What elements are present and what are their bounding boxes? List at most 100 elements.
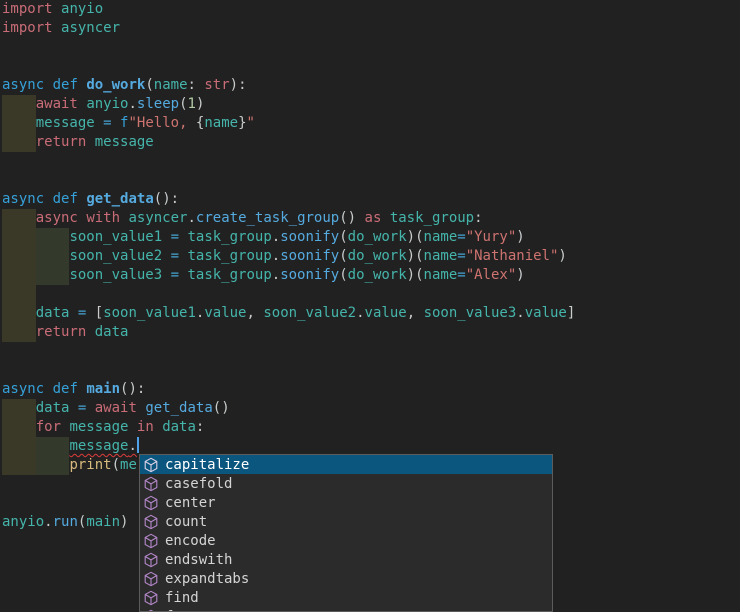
code-line[interactable] bbox=[0, 152, 740, 171]
code-token: create_task_group bbox=[196, 210, 339, 226]
code-line[interactable]: await anyio.sleep(1) bbox=[0, 95, 740, 114]
code-token: value bbox=[525, 305, 567, 321]
symbol-method-icon bbox=[143, 514, 159, 530]
code-token bbox=[2, 96, 36, 112]
code-line[interactable]: async with asyncer.create_task_group() a… bbox=[0, 209, 740, 228]
code-token: name bbox=[424, 229, 458, 245]
code-token bbox=[154, 419, 162, 435]
code-line[interactable]: soon_value1 = task_group.soonify(do_work… bbox=[0, 228, 740, 247]
code-token: . bbox=[516, 305, 524, 321]
suggestion-item[interactable]: count bbox=[140, 512, 552, 531]
code-token: . bbox=[44, 514, 52, 530]
code-token: . bbox=[356, 305, 364, 321]
suggestion-label: count bbox=[165, 514, 207, 530]
code-token bbox=[44, 381, 52, 397]
suggestion-item[interactable]: format bbox=[140, 607, 552, 612]
code-token: ( bbox=[339, 229, 347, 245]
code-token: = bbox=[171, 229, 179, 245]
code-token: : bbox=[188, 77, 196, 93]
suggestion-item[interactable]: capitalize bbox=[140, 455, 552, 474]
code-line[interactable]: return message bbox=[0, 133, 740, 152]
code-line[interactable]: soon_value2 = task_group.soonify(do_work… bbox=[0, 247, 740, 266]
code-line[interactable]: data = await get_data() bbox=[0, 399, 740, 418]
code-token: def bbox=[53, 77, 78, 93]
symbol-method-icon bbox=[143, 476, 159, 492]
code-token: : bbox=[474, 210, 482, 226]
code-token: (): bbox=[154, 191, 179, 207]
suggestion-item[interactable]: encode bbox=[140, 531, 552, 550]
code-token: get_data bbox=[86, 191, 153, 207]
code-token: as bbox=[365, 210, 382, 226]
code-token: name bbox=[154, 77, 188, 93]
code-token: soon_value1 bbox=[103, 305, 196, 321]
code-token: anyio bbox=[61, 1, 103, 17]
code-line[interactable]: return data bbox=[0, 323, 740, 342]
code-line[interactable]: for message in data: bbox=[0, 418, 740, 437]
code-line[interactable]: import asyncer bbox=[0, 19, 740, 38]
code-token: : bbox=[196, 419, 204, 435]
suggestion-label: endswith bbox=[165, 552, 232, 568]
code-token bbox=[162, 267, 170, 283]
code-token bbox=[69, 305, 77, 321]
code-line[interactable]: message = f"Hello, {name}" bbox=[0, 114, 740, 133]
code-token: data bbox=[162, 419, 196, 435]
suggestion-item[interactable]: center bbox=[140, 493, 552, 512]
suggestion-item[interactable]: casefold bbox=[140, 474, 552, 493]
code-token: )( bbox=[407, 229, 424, 245]
code-token: = bbox=[171, 248, 179, 264]
code-token: . bbox=[128, 438, 136, 454]
code-token bbox=[2, 248, 69, 264]
code-token: data bbox=[36, 400, 70, 416]
symbol-method-icon bbox=[143, 495, 159, 511]
code-token: . bbox=[128, 96, 136, 112]
code-line[interactable]: async def get_data(): bbox=[0, 190, 740, 209]
code-line[interactable]: import anyio bbox=[0, 0, 740, 19]
code-token bbox=[2, 438, 69, 454]
code-token: ( bbox=[145, 77, 153, 93]
code-token bbox=[53, 1, 61, 17]
suggestion-label: format bbox=[165, 609, 216, 612]
suggest-list: capitalizecasefoldcenter count encode endsw… bbox=[140, 455, 552, 612]
code-token: name bbox=[424, 248, 458, 264]
code-token bbox=[2, 400, 36, 416]
code-token: 1 bbox=[188, 96, 196, 112]
code-token: . bbox=[272, 267, 280, 283]
code-token: ) bbox=[516, 267, 524, 283]
code-token: do_work bbox=[86, 77, 145, 93]
code-token: = bbox=[457, 229, 465, 245]
code-line[interactable]: soon_value3 = task_group.soonify(do_work… bbox=[0, 266, 740, 285]
suggestion-item[interactable]: expandtabs bbox=[140, 569, 552, 588]
code-line[interactable] bbox=[0, 57, 740, 76]
suggestion-item[interactable]: endswith bbox=[140, 550, 552, 569]
code-token: soon_value2 bbox=[263, 305, 356, 321]
code-token bbox=[2, 457, 69, 473]
code-token bbox=[2, 324, 36, 340]
code-token: import bbox=[2, 1, 53, 17]
code-line[interactable]: async def main(): bbox=[0, 380, 740, 399]
code-token: = bbox=[171, 267, 179, 283]
suggestion-item[interactable]: find bbox=[140, 588, 552, 607]
code-line[interactable]: async def do_work(name: str): bbox=[0, 76, 740, 95]
code-line[interactable] bbox=[0, 342, 740, 361]
code-token: sleep bbox=[137, 96, 179, 112]
code-line[interactable] bbox=[0, 38, 740, 57]
code-token: ) bbox=[196, 96, 204, 112]
code-token bbox=[381, 210, 389, 226]
code-token: soon_value1 bbox=[69, 229, 162, 245]
suggestion-label: encode bbox=[165, 533, 216, 549]
code-token bbox=[44, 77, 52, 93]
code-token: do_work bbox=[348, 248, 407, 264]
code-line[interactable] bbox=[0, 171, 740, 190]
code-token: task_group bbox=[187, 248, 271, 264]
code-token: in bbox=[137, 419, 154, 435]
code-token: ( bbox=[112, 457, 120, 473]
code-token: ( bbox=[339, 267, 347, 283]
code-token: ] bbox=[567, 305, 575, 321]
code-line[interactable] bbox=[0, 285, 740, 304]
code-token bbox=[86, 134, 94, 150]
symbol-method-icon bbox=[143, 457, 159, 473]
suggestion-label: find bbox=[165, 590, 199, 606]
code-line[interactable] bbox=[0, 361, 740, 380]
code-line[interactable]: data = [soon_value1.value, soon_value2.v… bbox=[0, 304, 740, 323]
suggestion-label: capitalize bbox=[165, 457, 249, 473]
